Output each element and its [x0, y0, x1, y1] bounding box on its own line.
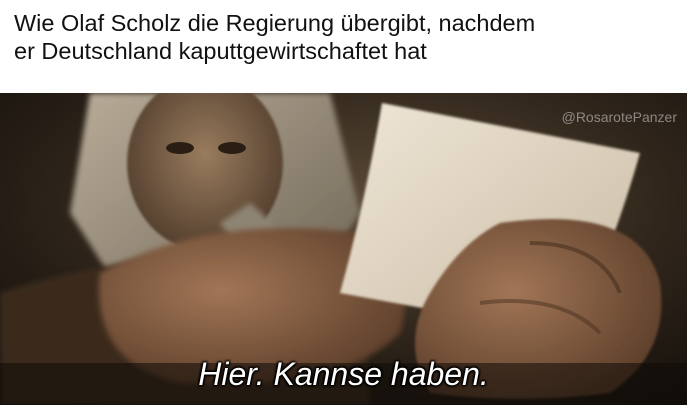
caption-line-2: er Deutschland kaputtgewirtschaftet hat [14, 38, 427, 64]
subtitle-text: Hier. Kannse haben. [198, 356, 489, 392]
movie-still: @RosarotePanzer Hier. Kannse haben. [0, 93, 687, 405]
caption-line-1: Wie Olaf Scholz die Regierung übergibt, … [14, 10, 536, 36]
eye-right-shape [218, 142, 246, 154]
meme-image: Wie Olaf Scholz die Regierung übergibt, … [0, 0, 687, 405]
watermark-text: @RosarotePanzer [561, 109, 677, 125]
eye-left-shape [166, 142, 194, 154]
meme-caption: Wie Olaf Scholz die Regierung übergibt, … [14, 9, 674, 65]
